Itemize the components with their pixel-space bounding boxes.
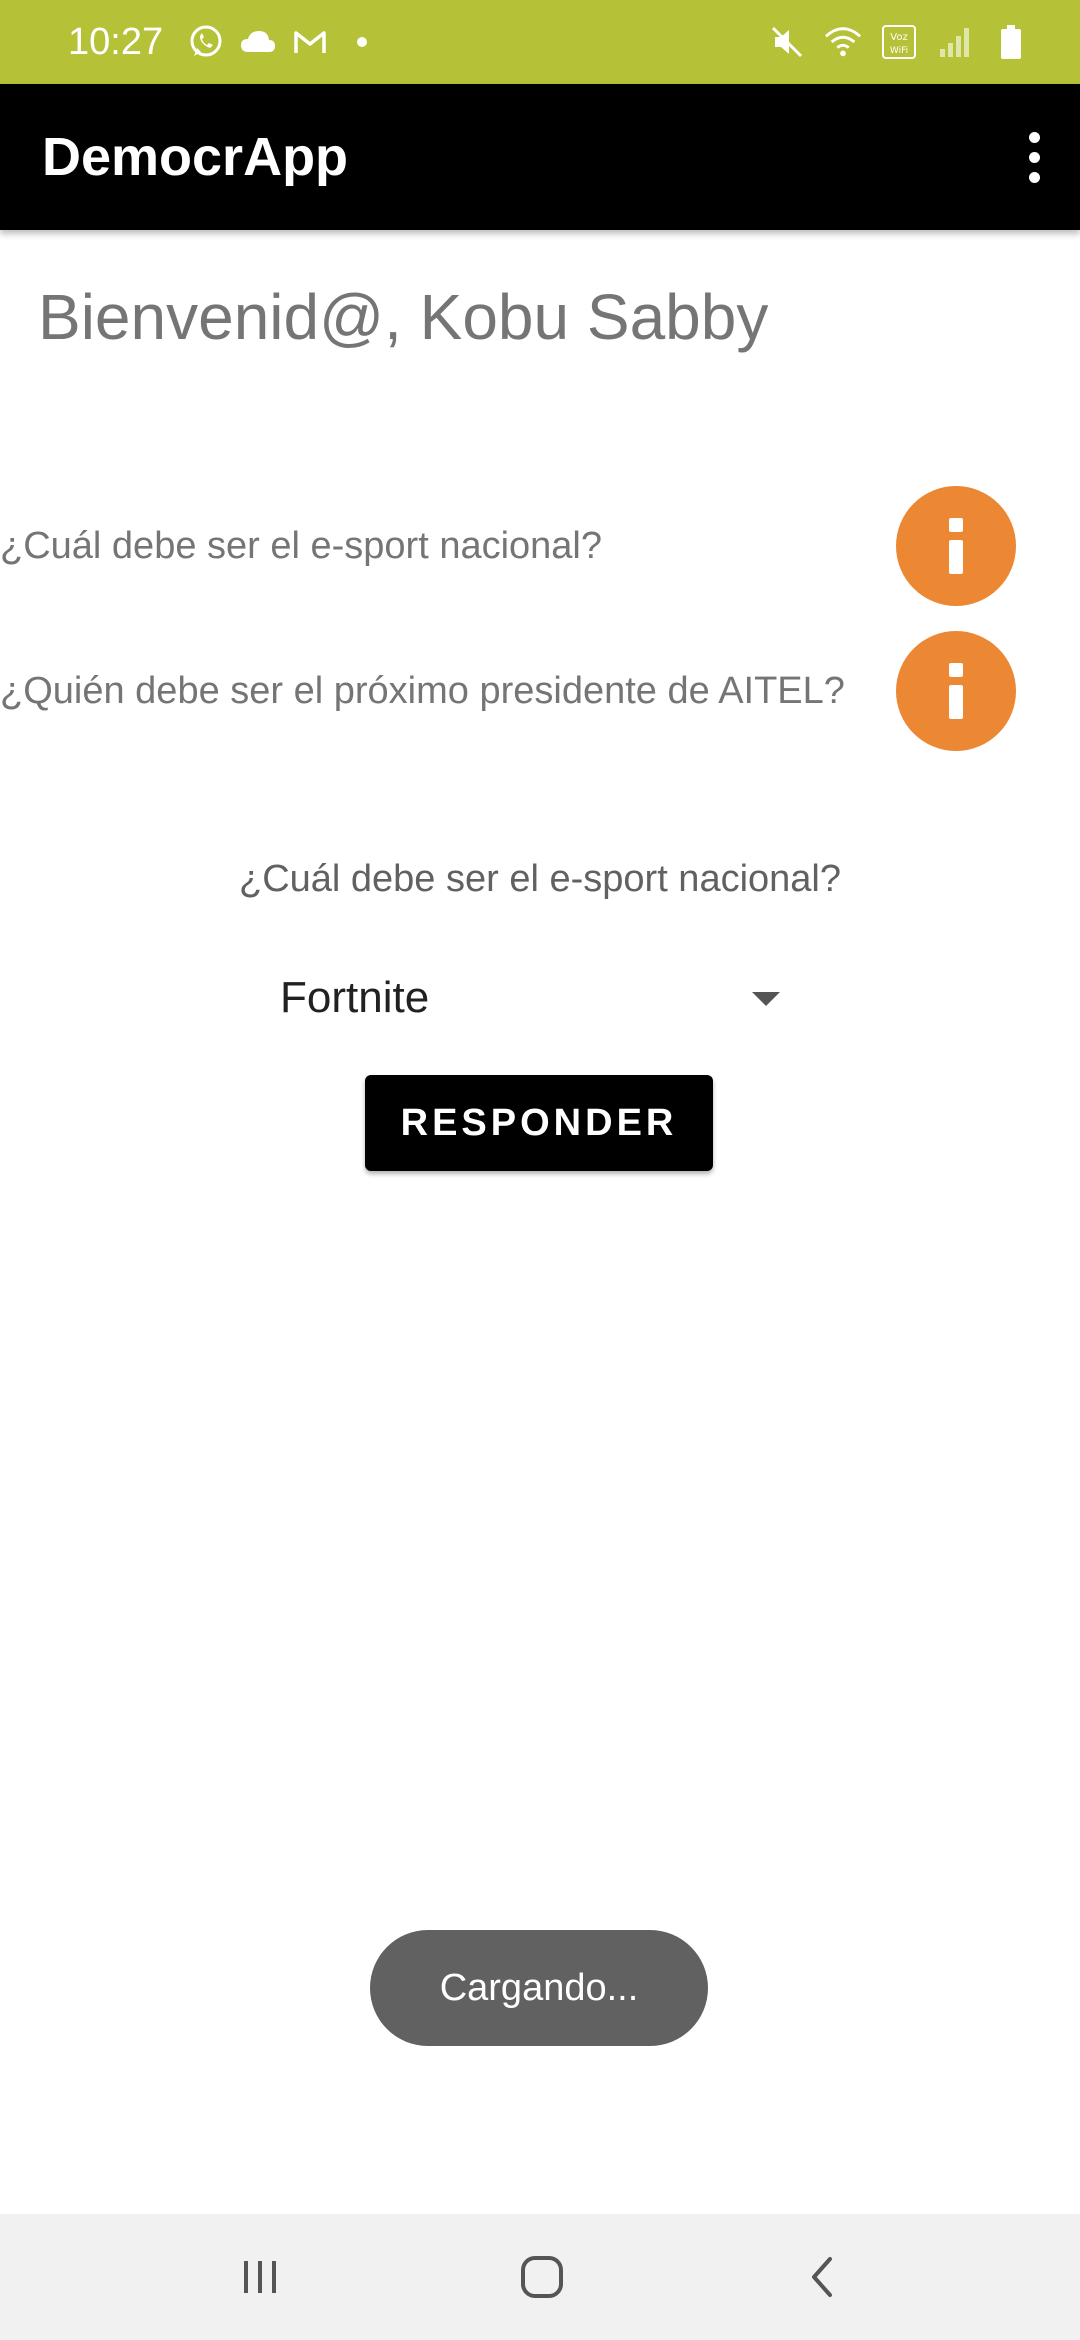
wifi-icon [824,23,862,61]
app-bar: DemocrApp [0,84,1080,230]
dropdown-arrow-icon[interactable] [752,992,780,1006]
spinner-value: Fortnite [280,973,430,1022]
gmail-icon [291,23,329,61]
info-icon[interactable] [896,486,1016,606]
status-bar: 10:27 Voz WiFi [0,0,1080,84]
signal-icon [936,23,974,61]
vowifi-icon: Voz WiFi [880,23,918,61]
back-icon[interactable] [762,2214,882,2340]
loading-toast: Cargando... [370,1930,708,2046]
home-icon[interactable] [482,2214,602,2340]
welcome-text: Bienvenid@, Kobu Sabby [38,281,769,353]
status-right: Voz WiFi [768,0,1030,84]
question-label: ¿Cuál debe ser el e-sport nacional? [0,525,603,567]
navigation-bar [0,2214,1080,2340]
answer-spinner[interactable]: Fortnite [280,958,780,1038]
status-left: 10:27 [68,0,381,84]
app-title: DemocrApp [42,127,349,187]
question-text[interactable]: ¿Cuál debe ser el e-sport nacional? [0,486,900,606]
mute-icon [768,23,806,61]
question-item[interactable]: ¿Cuál debe ser el e-sport nacional? [0,486,1080,606]
dot-icon [343,23,381,61]
selected-question: ¿Cuál debe ser el e-sport nacional? [238,858,841,900]
battery-icon [992,23,1030,61]
more-vert-icon[interactable] [1014,122,1054,192]
question-label: ¿Quién debe ser el próximo presidente de… [0,670,845,712]
respond-button[interactable]: RESPONDER [365,1075,713,1171]
info-icon[interactable] [896,631,1016,751]
question-item[interactable]: ¿Quién debe ser el próximo presidente de… [0,631,1080,751]
cloud-icon [239,23,277,61]
svg-text:Voz: Voz [890,32,907,43]
recents-icon[interactable] [200,2214,320,2340]
whatsapp-icon [187,23,225,61]
svg-text:WiFi: WiFi [890,46,908,56]
question-text[interactable]: ¿Quién debe ser el próximo presidente de… [0,631,900,751]
status-time: 10:27 [68,20,164,63]
